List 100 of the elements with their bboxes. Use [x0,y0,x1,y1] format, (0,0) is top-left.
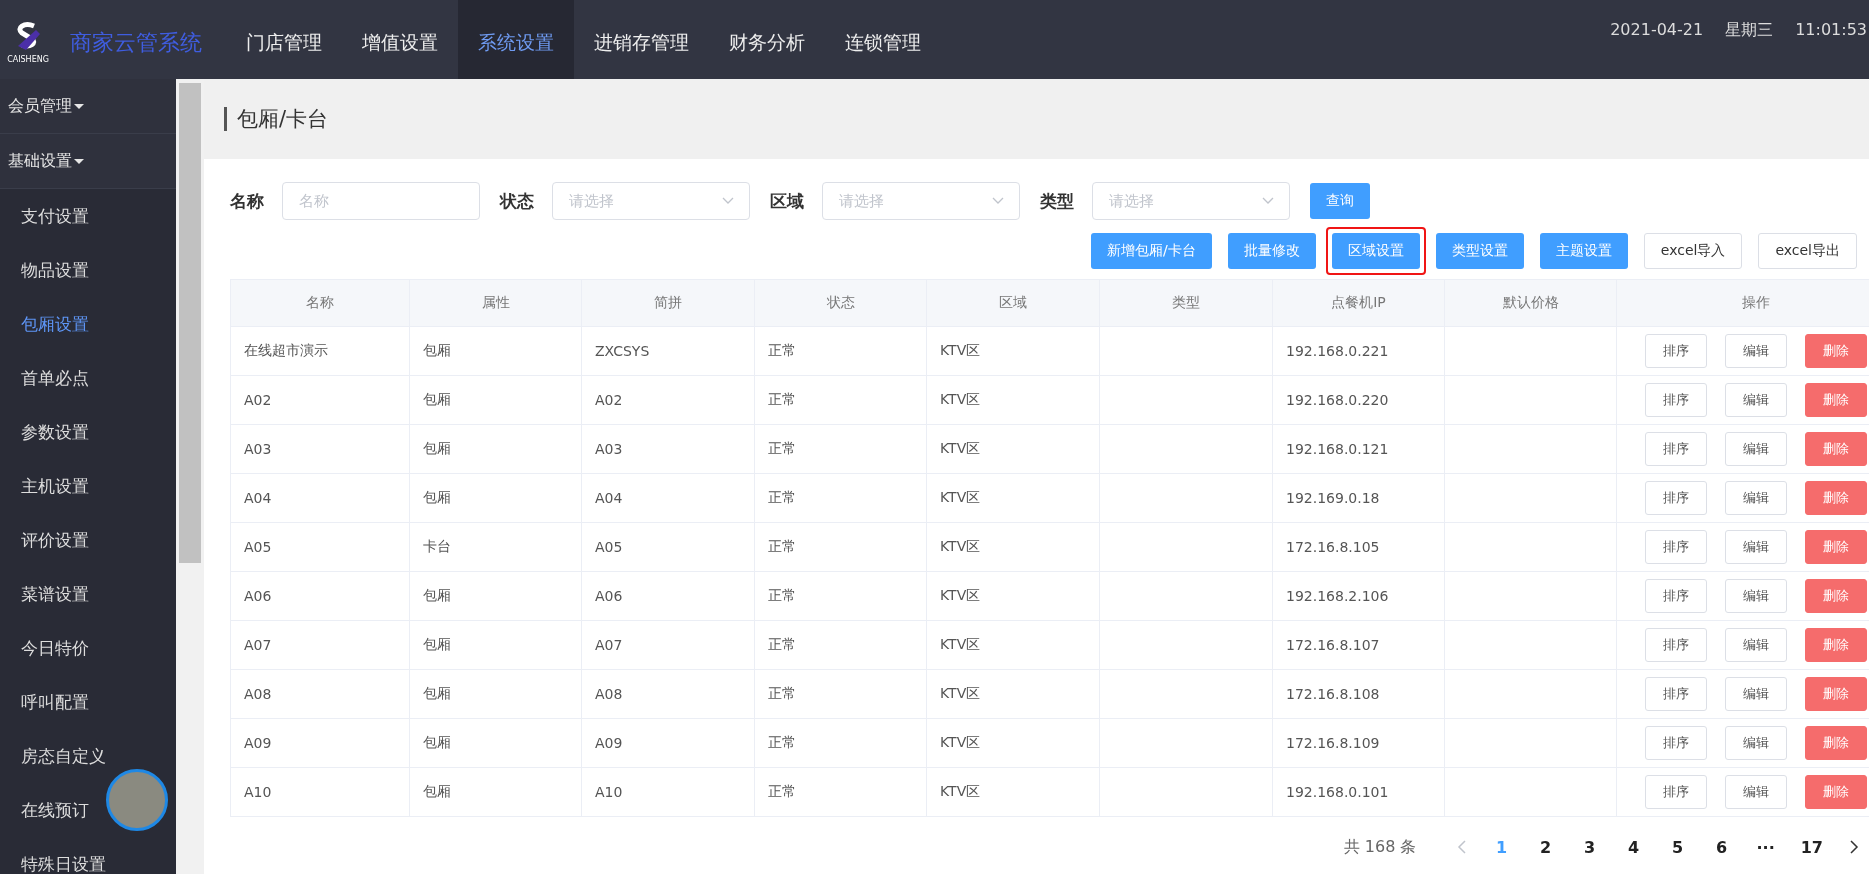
page-link[interactable]: 3 [1580,837,1599,857]
page-link[interactable]: 17 [1800,837,1823,857]
sidebar-item[interactable]: 房态自定义 [0,729,176,783]
row-button[interactable]: 排序 [1644,383,1707,417]
action-button[interactable]: excel导出 [1758,233,1857,269]
table-cell: 包厢 [423,734,451,750]
total-count: 共 168 条 [1343,836,1417,858]
row-button[interactable]: 排序 [1644,775,1707,809]
filter-field[interactable]: 请选择 [1092,182,1290,220]
sidebar-item[interactable]: 包厢设置 [0,297,176,351]
filter-field[interactable]: 名称 [282,182,480,220]
column-header: 属性 [409,279,582,327]
row-button[interactable]: 编辑 [1724,383,1787,417]
row-button[interactable]: 排序 [1644,530,1707,564]
table-cell: 192.168.0.220 [1286,392,1389,408]
page-link[interactable]: 2 [1536,837,1555,857]
table-cell: 正常 [768,342,796,358]
table-cell: KTV区 [940,587,981,603]
table-cell: KTV区 [940,538,981,554]
table-cell: 包厢 [423,391,451,407]
page-title: 包厢/卡台 [224,107,329,131]
table-cell: A08 [595,686,623,702]
chevron-down-icon [992,197,1004,205]
page-link[interactable]: 6 [1712,837,1731,857]
table-cell: A02 [595,392,623,408]
table-cell: 包厢 [423,783,451,799]
table-cell: KTV区 [940,734,981,750]
sidebar-group[interactable]: 会员管理 [0,79,176,134]
time-text: 11:01:53 [1795,20,1867,39]
row-button[interactable]: 编辑 [1724,481,1787,515]
table-cell: 172.16.8.107 [1286,637,1380,653]
group-label: 基础设置 [8,150,72,172]
row-button[interactable]: 编辑 [1724,579,1787,613]
sidebar-item[interactable]: 菜谱设置 [0,567,176,621]
row-button[interactable]: 编辑 [1724,334,1787,368]
filter-label: 名称 [230,189,264,213]
row-button[interactable]: 排序 [1644,432,1707,466]
table-cell: 正常 [768,587,796,603]
row-button[interactable]: 编辑 [1724,628,1787,662]
row-button[interactable]: 编辑 [1724,726,1787,760]
table-cell: KTV区 [940,783,981,799]
nav-tab[interactable]: 增值设置 [342,0,458,79]
column-header: 状态 [754,279,927,327]
table-cell: KTV区 [940,489,981,505]
table-cell: 包厢 [423,587,451,603]
table-cell: A10 [244,784,272,800]
table-cell: 包厢 [423,342,451,358]
table-cell: A06 [595,588,623,604]
filter-field[interactable]: 请选择 [822,182,1020,220]
table-cell: A03 [595,441,623,457]
table-cell: 卡台 [423,538,451,554]
row-button[interactable]: 排序 [1644,481,1707,515]
next-page-icon[interactable] [1849,840,1859,854]
row-button[interactable]: 排序 [1644,579,1707,613]
table-cell: 192.169.0.18 [1286,490,1380,506]
nav-tab[interactable]: 财务分析 [709,0,825,79]
row-button[interactable]: 排序 [1644,334,1707,368]
sidebar-item[interactable]: 参数设置 [0,405,176,459]
nav-tab[interactable]: 系统设置 [458,0,574,79]
table-cell: 包厢 [423,636,451,652]
filter-field[interactable]: 请选择 [552,182,750,220]
table-cell: 172.16.8.105 [1286,539,1380,555]
row-button[interactable]: 编辑 [1724,530,1787,564]
nav-tab[interactable]: 连锁管理 [825,0,941,79]
sidebar-item[interactable]: 特殊日设置 [0,837,176,874]
page-link[interactable]: ··· [1756,837,1775,857]
table-cell: 正常 [768,685,796,701]
sidebar-item[interactable]: 今日特价 [0,621,176,675]
sidebar-item[interactable]: 物品设置 [0,243,176,297]
row-button[interactable]: 排序 [1644,677,1707,711]
row-button[interactable]: 排序 [1644,628,1707,662]
action-button[interactable]: excel导入 [1643,233,1743,269]
table-cell: 包厢 [423,440,451,456]
filter-label: 区域 [770,189,804,213]
table-cell: KTV区 [940,391,981,407]
row-button[interactable]: 编辑 [1724,775,1787,809]
row-button[interactable]: 排序 [1644,726,1707,760]
column-header: 默认价格 [1444,279,1617,327]
sidebar-item[interactable]: 在线预订 [0,783,176,837]
table-cell: KTV区 [940,342,981,358]
sidebar-item[interactable]: 首单必点 [0,351,176,405]
page-link[interactable]: 5 [1668,837,1687,857]
sidebar-item[interactable]: 主机设置 [0,459,176,513]
nav-tab[interactable]: 门店管理 [226,0,342,79]
sidebar-item[interactable]: 评价设置 [0,513,176,567]
table-cell: A07 [595,637,623,653]
table-cell: 正常 [768,391,796,407]
table-cell: ZXCSYS [595,343,650,359]
column-header: 名称 [230,279,410,327]
row-button[interactable]: 编辑 [1724,677,1787,711]
row-button[interactable]: 编辑 [1724,432,1787,466]
sidebar-group[interactable]: 基础设置 [0,134,176,189]
table-cell: A07 [244,637,272,653]
sidebar-item[interactable]: 支付设置 [0,189,176,243]
group-label: 会员管理 [8,95,72,117]
table-cell: A04 [595,490,623,506]
weekday-text: 星期三 [1725,20,1774,41]
nav-tab[interactable]: 进销存管理 [574,0,709,79]
page-link[interactable]: 4 [1624,837,1643,857]
sidebar-item[interactable]: 呼叫配置 [0,675,176,729]
